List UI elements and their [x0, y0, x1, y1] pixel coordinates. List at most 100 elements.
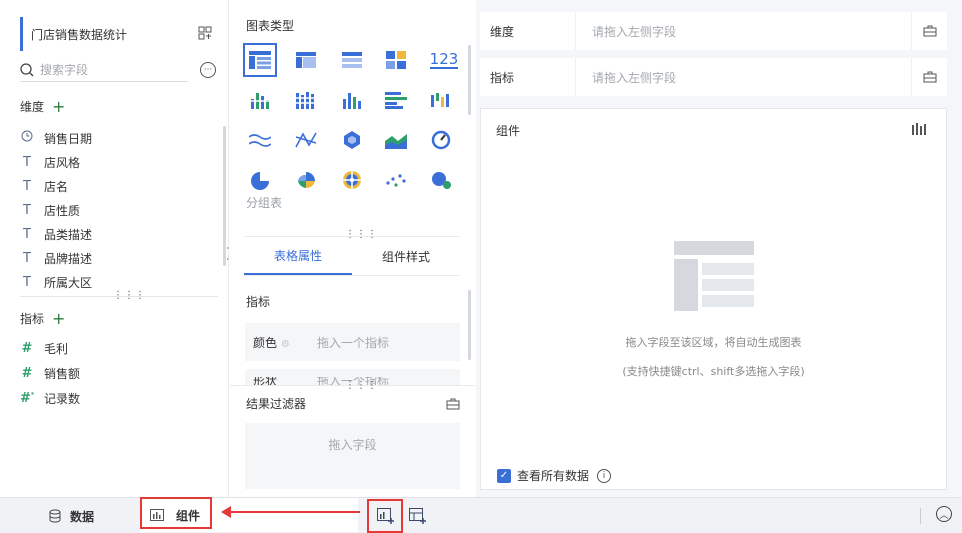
splitter-handle-icon[interactable]: ⋮⋮⋮: [113, 291, 146, 301]
measure-label: 销售额: [44, 367, 81, 381]
scatter-chart-icon[interactable]: [379, 163, 413, 197]
color-drop-zone[interactable]: 颜色 ⚙ 拖入一个指标: [245, 323, 460, 361]
search-icon: [20, 62, 34, 76]
field-search: 搜索字段 ···: [20, 58, 218, 82]
stacked-bar-chart-icon[interactable]: [243, 83, 277, 117]
horizontal-bar-chart-icon[interactable]: [379, 83, 413, 117]
measure-item[interactable]: # 销售额: [20, 361, 220, 386]
dimension-label: 销售日期: [44, 131, 93, 146]
dimension-drop-zone[interactable]: 请拖入左侧字段: [576, 23, 911, 40]
search-input[interactable]: 搜索字段: [20, 58, 188, 82]
add-dimension-icon[interactable]: +: [52, 98, 65, 115]
more-options-icon[interactable]: ···: [200, 62, 216, 78]
column-chart-icon[interactable]: [335, 83, 369, 117]
polyline-chart-icon[interactable]: [289, 123, 323, 157]
dataset-selector[interactable]: 门店销售数据统计: [20, 17, 220, 51]
waterfall-chart-icon[interactable]: [424, 83, 458, 117]
view-all-checkbox[interactable]: ✓: [497, 468, 511, 483]
metric-axis-label: 指标: [480, 58, 576, 96]
cross-table-chart-icon[interactable]: [289, 43, 323, 77]
chart-type-title: 图表类型: [246, 19, 295, 33]
text-type-icon: T: [23, 202, 31, 218]
empty-state-message: 拖入字段至该区域，将自动生成图表: [625, 336, 802, 349]
line-chart-icon[interactable]: [243, 123, 277, 157]
tab-table-properties[interactable]: 表格属性: [244, 237, 352, 275]
area-chart-icon[interactable]: [379, 123, 413, 157]
gauge-chart-icon[interactable]: [424, 123, 458, 157]
dimension-axis-label: 维度: [480, 12, 576, 50]
dimension-item[interactable]: T 店风格: [20, 150, 220, 174]
measure-item[interactable]: # 毛利: [20, 336, 220, 361]
metric-section-label: 指标: [246, 295, 271, 309]
result-filter-header: 结果过滤器: [246, 395, 460, 412]
kpi-card-chart-icon[interactable]: [379, 43, 413, 77]
number-chart-icon[interactable]: 123: [424, 43, 464, 77]
dimension-item[interactable]: T 店性质: [20, 198, 220, 222]
property-tabs: 表格属性 组件样式: [244, 236, 460, 276]
dataset-name: 门店销售数据统计: [31, 27, 128, 42]
dimension-item[interactable]: T 品类描述: [20, 222, 220, 246]
annotation-arrow-head-icon: [221, 506, 231, 518]
add-measure-icon[interactable]: +: [52, 310, 65, 327]
grouped-table-chart-icon[interactable]: [243, 43, 277, 77]
collapse-up-icon[interactable]: ︿: [936, 506, 952, 522]
widget-title: 组件: [496, 124, 521, 138]
result-filter-drop-zone[interactable]: 拖入字段: [245, 423, 460, 489]
database-icon: [49, 509, 61, 523]
text-type-icon: T: [23, 178, 31, 194]
dimension-list: 销售日期 T 店风格 T 店名 T 店性质 T 品类描述 T 品牌描述 T 所属…: [20, 126, 220, 294]
tab-component-style[interactable]: 组件样式: [352, 237, 460, 275]
dimension-item[interactable]: T 品牌描述: [20, 246, 220, 270]
chart-type-scrollbar[interactable]: [468, 45, 471, 115]
add-dashboard-icon[interactable]: [403, 501, 433, 531]
bi-editor: 门店销售数据统计 搜索字段 ··· 维度 + 销售日期 T 店风格 T 店名 T…: [0, 0, 962, 533]
hash-icon: #: [21, 366, 33, 381]
dimension-item[interactable]: T 店名: [20, 174, 220, 198]
radar-chart-icon[interactable]: [335, 123, 369, 157]
empty-table-illustration: [674, 241, 754, 311]
dimension-label: 品类描述: [44, 227, 93, 242]
settings-icon: ⚙: [280, 338, 290, 350]
text-type-icon: T: [23, 154, 31, 170]
metric-drop-zone[interactable]: 请拖入左侧字段: [576, 69, 911, 86]
bottom-separator: [920, 508, 921, 524]
color-label: 颜色 ⚙: [253, 335, 290, 350]
filter-splitter-icon[interactable]: ⋮⋮⋮: [345, 381, 378, 391]
metric-settings-icon[interactable]: [911, 58, 947, 96]
widget-preview[interactable]: 组件 拖入字段至该区域，将自动生成图表 (支持快捷键ctrl、shift多选拖入…: [480, 108, 947, 490]
measure-item[interactable]: #* 记录数: [20, 386, 220, 411]
info-icon[interactable]: i: [597, 468, 612, 483]
color-placeholder: 拖入一个指标: [317, 335, 390, 350]
data-panel: 门店销售数据统计 搜索字段 ··· 维度 + 销售日期 T 店风格 T 店名 T…: [0, 0, 229, 497]
text-type-icon: T: [23, 226, 31, 242]
dimension-section-header: 维度 +: [20, 98, 65, 115]
dimension-label: 品牌描述: [44, 251, 93, 266]
dimension-label: 店风格: [44, 155, 81, 170]
detail-table-chart-icon[interactable]: [335, 43, 369, 77]
filter-settings-icon[interactable]: [446, 398, 460, 410]
measure-label: 记录数: [44, 392, 81, 406]
tab-data[interactable]: 数据: [48, 498, 94, 533]
tab-data-label: 数据: [70, 509, 95, 524]
pie-chart-icon[interactable]: [243, 163, 277, 197]
dimension-label: 店名: [44, 179, 69, 194]
measure-header-label: 指标: [20, 312, 45, 326]
grouped-bar-chart-icon[interactable]: [289, 83, 323, 117]
bubble-chart-icon[interactable]: [424, 163, 458, 197]
measure-list: # 毛利 # 销售额 #* 记录数: [20, 336, 220, 411]
property-scrollbar[interactable]: [468, 290, 471, 360]
empty-state-hint: (支持快捷键ctrl、shift多选拖入字段): [622, 365, 805, 378]
measure-label: 毛利: [44, 342, 69, 356]
dimension-item[interactable]: 销售日期: [20, 126, 220, 150]
widget-chart-icon[interactable]: [912, 123, 926, 138]
view-all-data-toggle[interactable]: ✓ 查看所有数据 i: [497, 467, 612, 484]
text-type-icon: T: [23, 250, 31, 266]
sunburst-chart-icon[interactable]: [335, 163, 369, 197]
hash-icon: #: [21, 341, 33, 356]
dimension-settings-icon[interactable]: [911, 12, 947, 50]
canvas-area: 维度 请拖入左侧字段 指标 请拖入左侧字段 组件 拖入字段至该区域，将自动生成图…: [476, 0, 962, 497]
rose-chart-icon[interactable]: [289, 163, 323, 197]
highlight-add-component: [367, 499, 403, 533]
switch-dataset-icon[interactable]: [198, 26, 212, 40]
dimension-label: 所属大区: [44, 275, 93, 290]
